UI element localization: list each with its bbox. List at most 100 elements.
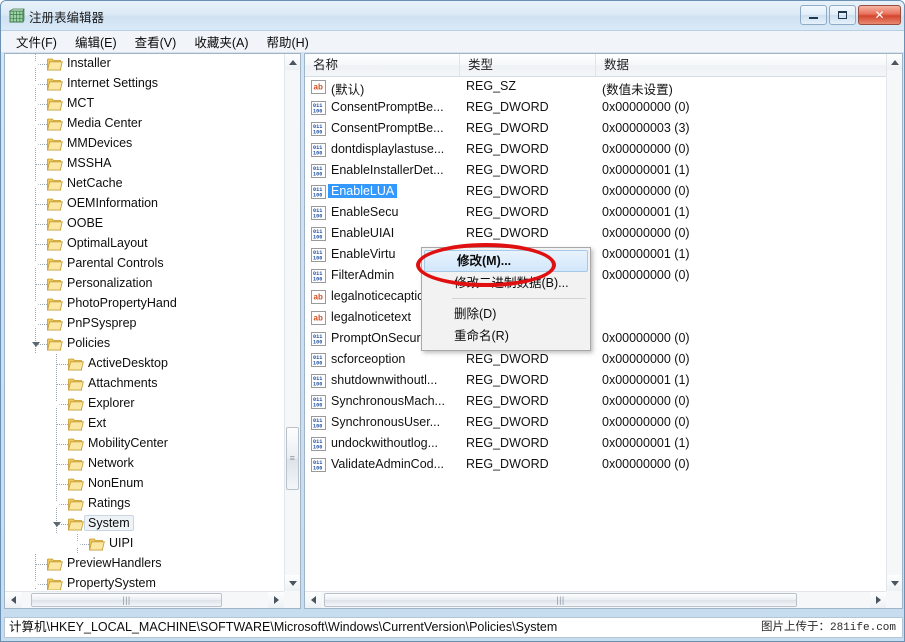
registry-value-row[interactable]: 011100undockwithoutlog...REG_DWORD0x0000…	[305, 434, 886, 455]
registry-value-row[interactable]: 011100scforceoptionREG_DWORD0x00000000 (…	[305, 350, 886, 371]
value-name: (默认)	[331, 79, 364, 98]
list-horizontal-scrollbar[interactable]: |||	[305, 591, 886, 608]
tree-item-previewhandlers[interactable]: PreviewHandlers	[5, 554, 285, 574]
column-data[interactable]: 数据	[596, 54, 902, 76]
registry-value-row[interactable]: 011100PromptOnSecureD...REG_DWORD0x00000…	[305, 329, 886, 350]
maximize-button[interactable]	[829, 5, 856, 25]
context-menu-modify-binary[interactable]: 修改二进制数据(B)...	[422, 272, 590, 294]
tree-item-network[interactable]: Network	[5, 454, 285, 474]
value-data: 0x00000001 (1)	[602, 163, 690, 177]
registry-value-row[interactable]: 011100dontdisplaylastuse...REG_DWORD0x00…	[305, 140, 886, 161]
close-button[interactable]: ✕	[858, 5, 901, 25]
tree-item-ratings[interactable]: Ratings	[5, 494, 285, 514]
chevron-right-icon[interactable]	[30, 174, 42, 194]
context-menu-modify[interactable]: 修改(M)...	[424, 250, 588, 272]
tree-scroll-down-button[interactable]	[285, 575, 300, 591]
tree-item-nonenum[interactable]: NonEnum	[5, 474, 285, 494]
tree-item-mssha[interactable]: MSSHA	[5, 154, 285, 174]
context-menu-delete[interactable]: 删除(D)	[422, 303, 590, 325]
menu-file[interactable]: 文件(F)	[7, 30, 66, 54]
registry-value-row[interactable]: 011100EnableVirtuREG_DWORD0x00000001 (1)	[305, 245, 886, 266]
tree-item-media-center[interactable]: Media Center	[5, 114, 285, 134]
tree-vertical-scrollbar[interactable]: ≡	[284, 54, 300, 591]
menu-edit[interactable]: 编辑(E)	[66, 30, 126, 54]
list-scroll-up-button[interactable]	[887, 54, 902, 70]
tree-item-pnpsysprep[interactable]: PnPSysprep	[5, 314, 285, 334]
tree-item-label: MMDevices	[67, 136, 132, 150]
chevron-right-icon[interactable]	[30, 74, 42, 94]
value-type: REG_DWORD	[466, 142, 549, 156]
tree-scroll-left-button[interactable]	[5, 592, 21, 608]
svg-text:100: 100	[313, 150, 322, 156]
tree-item-policies[interactable]: Policies	[5, 334, 285, 354]
registry-value-row[interactable]: 011100EnableInstallerDet...REG_DWORD0x00…	[305, 161, 886, 182]
tree-item-personalization[interactable]: Personalization	[5, 274, 285, 294]
registry-value-row[interactable]: ablegalnoticecaptionREG_SZ	[305, 287, 886, 308]
list-scroll-right-button[interactable]	[870, 592, 886, 608]
tree-item-system[interactable]: System	[5, 514, 285, 534]
list-scroll-left-button[interactable]	[305, 592, 321, 608]
tree-item-optimallayout[interactable]: OptimalLayout	[5, 234, 285, 254]
chevron-right-icon[interactable]	[30, 114, 42, 134]
chevron-right-icon[interactable]	[30, 134, 42, 154]
menu-favorites[interactable]: 收藏夹(A)	[185, 30, 257, 54]
value-data: 0x00000001 (1)	[602, 373, 690, 387]
chevron-right-icon[interactable]	[30, 94, 42, 114]
tree-item-uipi[interactable]: UIPI	[5, 534, 285, 554]
chevron-right-icon[interactable]	[51, 394, 63, 414]
tree-item-oobe[interactable]: OOBE	[5, 214, 285, 234]
context-menu-rename[interactable]: 重命名(R)	[422, 325, 590, 347]
registry-value-row[interactable]: 011100EnableSecuREG_DWORD0x00000001 (1)	[305, 203, 886, 224]
chevron-right-icon[interactable]	[72, 534, 84, 554]
registry-value-row[interactable]: ab(默认)REG_SZ(数值未设置)	[305, 77, 886, 98]
tree-item-propertysystem[interactable]: PropertySystem	[5, 574, 285, 590]
chevron-right-icon[interactable]	[51, 494, 63, 514]
tree-item-explorer[interactable]: Explorer	[5, 394, 285, 414]
chevron-right-icon[interactable]	[30, 314, 42, 334]
registry-value-row[interactable]: ablegalnoticetextREG_SZ	[305, 308, 886, 329]
value-data: 0x00000000 (0)	[602, 457, 690, 471]
title-bar[interactable]: 注册表编辑器 ✕	[1, 1, 905, 31]
registry-value-row[interactable]: 011100ConsentPromptBe...REG_DWORD0x00000…	[305, 119, 886, 140]
registry-value-row[interactable]: 011100ConsentPromptBe...REG_DWORD0x00000…	[305, 98, 886, 119]
minimize-button[interactable]	[800, 5, 827, 25]
list-scroll-down-button[interactable]	[887, 575, 902, 591]
tree-item-installer[interactable]: Installer	[5, 54, 285, 74]
tree-hscroll-thumb[interactable]: |||	[31, 593, 222, 607]
registry-value-row[interactable]: 011100SynchronousMach...REG_DWORD0x00000…	[305, 392, 886, 413]
chevron-right-icon[interactable]	[30, 294, 42, 314]
registry-value-row[interactable]: 011100EnableLUAREG_DWORD0x00000000 (0)	[305, 182, 886, 203]
registry-value-row[interactable]: 011100ValidateAdminCod...REG_DWORD0x0000…	[305, 455, 886, 476]
registry-value-row[interactable]: 011100SynchronousUser...REG_DWORD0x00000…	[305, 413, 886, 434]
registry-value-row[interactable]: 011100EnableUIAIREG_DWORD0x00000000 (0)	[305, 224, 886, 245]
folder-icon	[47, 257, 63, 271]
chevron-down-icon[interactable]	[51, 514, 63, 534]
tree-item-mmdevices[interactable]: MMDevices	[5, 134, 285, 154]
chevron-right-icon[interactable]	[30, 574, 42, 590]
registry-value-row[interactable]: 011100FilterAdminREG_DWORD0x00000000 (0)	[305, 266, 886, 287]
list-vertical-scrollbar[interactable]	[886, 54, 902, 591]
tree-item-netcache[interactable]: NetCache	[5, 174, 285, 194]
tree-scroll-up-button[interactable]	[285, 54, 300, 70]
list-hscroll-thumb[interactable]: |||	[324, 593, 797, 607]
tree-item-oeminformation[interactable]: OEMInformation	[5, 194, 285, 214]
chevron-down-icon[interactable]	[30, 334, 42, 354]
tree-scroll-right-button[interactable]	[268, 592, 284, 608]
column-type[interactable]: 类型	[460, 54, 596, 76]
tree-item-parental-controls[interactable]: Parental Controls	[5, 254, 285, 274]
tree-item-photopropertyhand[interactable]: PhotoPropertyHand	[5, 294, 285, 314]
tree-item-mobilitycenter[interactable]: MobilityCenter	[5, 434, 285, 454]
tree-item-activedesktop[interactable]: ActiveDesktop	[5, 354, 285, 374]
chevron-right-icon[interactable]	[30, 254, 42, 274]
tree-item-ext[interactable]: Ext	[5, 414, 285, 434]
registry-value-row[interactable]: 011100shutdownwithoutl...REG_DWORD0x0000…	[305, 371, 886, 392]
tree-horizontal-scrollbar[interactable]: |||	[5, 591, 284, 608]
tree-item-attachments[interactable]: Attachments	[5, 374, 285, 394]
tree-item-internet-settings[interactable]: Internet Settings	[5, 74, 285, 94]
menu-help[interactable]: 帮助(H)	[257, 30, 317, 54]
tree-scroll-thumb[interactable]: ≡	[286, 427, 299, 490]
chevron-right-icon[interactable]	[30, 54, 42, 74]
menu-view[interactable]: 查看(V)	[126, 30, 186, 54]
column-name[interactable]: 名称	[305, 54, 460, 76]
tree-item-mct[interactable]: MCT	[5, 94, 285, 114]
